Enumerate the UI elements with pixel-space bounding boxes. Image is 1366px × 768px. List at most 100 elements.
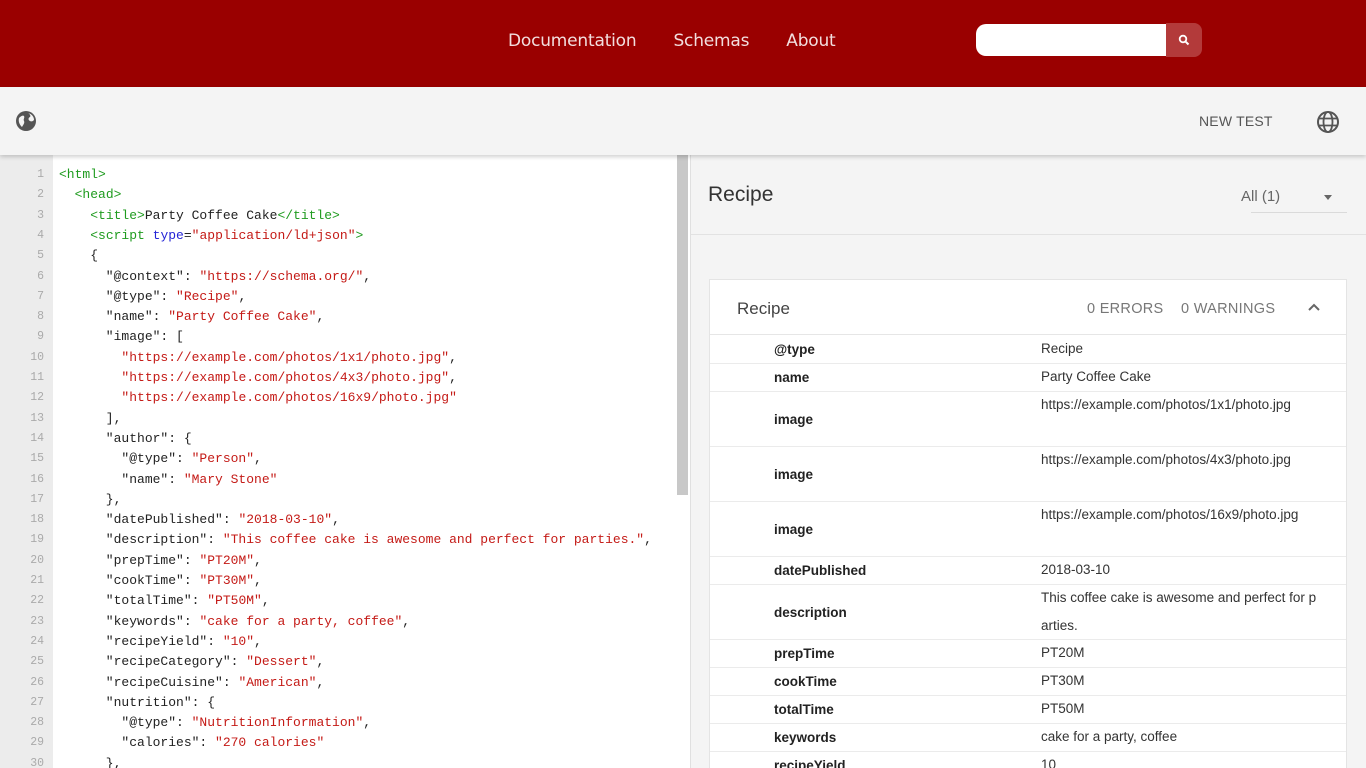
code-text: "https://example.com/photos/4x3/photo.jp… [121, 370, 457, 385]
line-number: 15 [30, 452, 44, 466]
search-button[interactable] [1166, 23, 1202, 57]
globe-icon [15, 110, 37, 137]
line-number: 7 [37, 289, 44, 303]
language-globe-icon[interactable] [1316, 110, 1340, 139]
property-value: https://example.com/photos/16x9/photo.jp… [1041, 507, 1299, 522]
property-value: PT20M [1041, 645, 1085, 660]
property-row: datePublished 2018-03-10 [710, 557, 1346, 585]
line-number: 29 [30, 736, 44, 750]
line-number: 27 [30, 695, 44, 709]
line-number: 12 [30, 391, 44, 405]
property-value: PT30M [1041, 673, 1085, 688]
property-value: https://example.com/photos/4x3/photo.jpg [1041, 452, 1291, 467]
line-number: 19 [30, 533, 44, 547]
warning-count: 0 WARNINGS [1181, 301, 1276, 317]
line-number: 1 [37, 168, 44, 181]
filter-dropdown[interactable]: All (1) [1241, 179, 1347, 213]
line-number: 13 [30, 411, 44, 425]
property-row: image https://example.com/photos/4x3/phot… [710, 447, 1346, 502]
code-text: "recipeCuisine": "American", [59, 674, 325, 690]
code-text: <title>Party Coffee Cake</title> [90, 207, 340, 223]
results-panel: Recipe All (1) Recipe 0 ERRORS 0 WARNING… [690, 155, 1366, 768]
nav-link-about[interactable]: About [786, 31, 835, 51]
line-number: 9 [37, 330, 44, 344]
code-text: "recipeYield": "10", [59, 633, 262, 649]
line-number: 30 [30, 756, 44, 768]
code-text: <head> [74, 187, 122, 203]
code-text: "name": "Mary Stone" [59, 471, 278, 487]
line-number: 28 [30, 716, 44, 730]
line-number: 5 [37, 249, 44, 263]
line-number: 22 [30, 594, 44, 608]
line-number: 18 [30, 513, 44, 527]
toolbar: NEW TEST [0, 87, 1366, 155]
property-row: totalTime PT50M [710, 696, 1346, 724]
card-title: Recipe [737, 299, 790, 318]
line-number: 6 [37, 269, 44, 283]
top-header: Documentation Schemas About [0, 0, 1366, 87]
property-value: cake for a party, coffee [1041, 729, 1178, 744]
property-name: @type [774, 342, 815, 357]
property-row: recipeYield 10 [710, 752, 1346, 768]
property-value: 10 [1041, 757, 1057, 768]
property-value: https://example.com/photos/1x1/photo.jpg [1041, 397, 1291, 412]
code-text: "nutrition": { [59, 694, 216, 710]
line-number: 17 [30, 492, 44, 506]
code-text: "recipeCategory": "Dessert", [59, 654, 325, 670]
line-number: 26 [30, 675, 44, 689]
code-text: ], [59, 410, 122, 426]
main-nav: Documentation Schemas About [508, 0, 873, 82]
property-name: totalTime [774, 702, 834, 717]
line-number: 21 [30, 574, 44, 587]
property-row: name Party Coffee Cake [710, 364, 1346, 392]
property-name: cookTime [774, 674, 837, 689]
code-text: { [59, 248, 99, 264]
property-name: datePublished [774, 563, 867, 578]
property-value: Party Coffee Cake [1041, 369, 1152, 384]
line-number: 11 [30, 371, 44, 384]
property-row: description This coffee cake is awesome a… [710, 585, 1346, 640]
code-text: "image": [ [59, 329, 184, 345]
results-title: Recipe [708, 183, 774, 206]
property-name: keywords [774, 730, 837, 745]
nav-link-documentation[interactable]: Documentation [508, 31, 637, 51]
line-number: 23 [30, 614, 44, 628]
line-number: 24 [30, 634, 44, 648]
property-row: keywords cake for a party, coffee [710, 724, 1346, 752]
recipe-card: Recipe 0 ERRORS 0 WARNINGS @type Recipe na… [709, 279, 1347, 768]
line-number: 10 [30, 350, 44, 364]
property-name: name [774, 370, 810, 385]
chevron-up-icon[interactable] [1306, 300, 1322, 319]
code-text: "https://example.com/photos/1x1/photo.jp… [121, 349, 457, 365]
code-text: "name": "Party Coffee Cake", [59, 309, 325, 325]
property-row: image https://example.com/photos/1x1/phot… [710, 392, 1346, 447]
code-text: "author": { [59, 430, 192, 446]
code-text: <html> [59, 167, 106, 182]
property-name: image [774, 411, 814, 427]
new-test-button[interactable]: NEW TEST [1199, 113, 1273, 129]
error-count: 0 ERRORS [1087, 301, 1164, 317]
code-text: }, [59, 755, 122, 768]
search-box [976, 23, 1202, 58]
dropdown-caret-icon [1324, 195, 1332, 200]
code-text: <script type="application/ld+json"> [90, 227, 364, 243]
nav-link-schemas[interactable]: Schemas [673, 31, 749, 51]
property-row: prepTime PT20M [710, 640, 1346, 668]
line-number: 4 [37, 228, 44, 242]
property-value: Recipe [1041, 341, 1084, 356]
line-number: 25 [30, 655, 44, 669]
recipe-card-header[interactable]: Recipe 0 ERRORS 0 WARNINGS [710, 280, 1346, 335]
line-number: 20 [30, 553, 44, 567]
code-text: "@context": "https://schema.org/", [59, 268, 372, 284]
code-text: "keywords": "cake for a party, coffee", [59, 613, 411, 629]
code-text: "datePublished": "2018-03-10", [59, 512, 340, 528]
line-number: 16 [30, 472, 44, 486]
line-number: 14 [30, 431, 44, 445]
property-value: PT50M [1041, 701, 1085, 716]
line-number: 8 [37, 310, 44, 324]
search-input[interactable] [976, 24, 1166, 56]
property-value: This coffee cake is awesome and perfect … [1041, 590, 1317, 633]
property-name: recipeYield [774, 758, 846, 768]
editor-scrollbar[interactable] [677, 155, 688, 495]
code-editor[interactable]: 1 <html> 2 <head> 3 <title>Party Coffee Cak… [0, 155, 690, 768]
